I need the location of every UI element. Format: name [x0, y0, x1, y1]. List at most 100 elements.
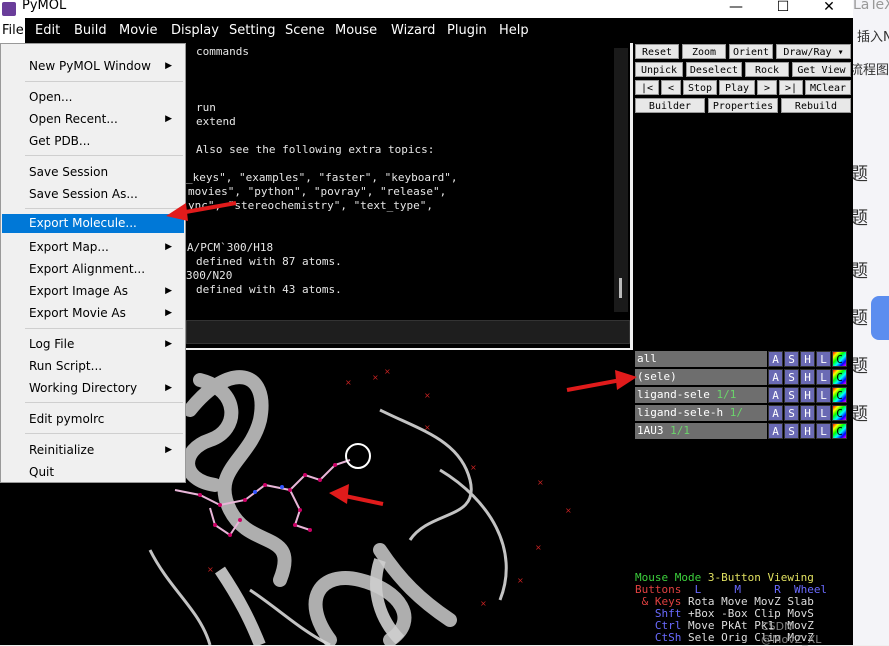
- color-button[interactable]: C: [832, 405, 847, 421]
- rock-button[interactable]: Rock: [745, 62, 789, 77]
- menu-help[interactable]: Help: [493, 18, 535, 43]
- svg-text:×: ×: [517, 576, 524, 585]
- bg-text-flowchart: 流程图: [853, 63, 889, 78]
- object-name: ligand-sele: [637, 388, 710, 401]
- menu-build[interactable]: Build: [68, 18, 113, 43]
- edit-pymolrc-item[interactable]: Edit pymolrc: [2, 408, 184, 430]
- action-button[interactable]: A: [768, 351, 783, 367]
- minimize-button[interactable]: —: [713, 0, 759, 18]
- get-view-button[interactable]: Get View: [792, 62, 851, 77]
- builder-button[interactable]: Builder: [635, 98, 705, 113]
- object-ligand-sele-h[interactable]: ligand-sele-h 1/: [635, 405, 767, 421]
- bg-text-2: 题: [853, 208, 868, 229]
- action-button[interactable]: A: [768, 387, 783, 403]
- first-frame-button[interactable]: |<: [635, 80, 659, 95]
- export-image-as-item[interactable]: Export Image As ▶: [2, 280, 184, 302]
- color-button[interactable]: C: [832, 369, 847, 385]
- color-button[interactable]: C: [832, 423, 847, 439]
- menu-bar: File Edit Build Movie Display Setting Sc…: [0, 18, 853, 43]
- deselect-button[interactable]: Deselect: [686, 62, 742, 77]
- action-button[interactable]: A: [768, 369, 783, 385]
- orient-button[interactable]: Orient: [729, 44, 773, 59]
- menu-separator: [25, 433, 183, 434]
- menu-plugin[interactable]: Plugin: [441, 18, 493, 43]
- log-file-item[interactable]: Log File ▶: [2, 333, 184, 355]
- svg-text:×: ×: [424, 391, 431, 400]
- close-button[interactable]: ✕: [806, 0, 852, 18]
- label-button[interactable]: L: [816, 423, 831, 439]
- console-line: commands: [196, 45, 249, 58]
- hide-button[interactable]: H: [800, 405, 815, 421]
- mclear-button[interactable]: MClear: [805, 80, 851, 95]
- annotation-arrow-icon: [166, 201, 237, 221]
- run-script-item[interactable]: Run Script...: [2, 355, 184, 377]
- menu-mouse[interactable]: Mouse: [329, 18, 383, 43]
- label-button[interactable]: L: [816, 369, 831, 385]
- zoom-button[interactable]: Zoom: [682, 44, 726, 59]
- maximize-button[interactable]: ☐: [760, 0, 806, 18]
- menu-scene[interactable]: Scene: [279, 18, 331, 43]
- quit-item[interactable]: Quit: [2, 461, 184, 483]
- action-button[interactable]: A: [768, 423, 783, 439]
- show-button[interactable]: S: [784, 369, 799, 385]
- hide-button[interactable]: H: [800, 423, 815, 439]
- object-sele[interactable]: (sele): [635, 369, 767, 385]
- console-scrollbar-thumb[interactable]: [619, 278, 622, 298]
- object-1au3[interactable]: 1AU3 1/1: [635, 423, 767, 439]
- save-session-item[interactable]: Save Session: [2, 161, 184, 183]
- export-alignment-item[interactable]: Export Alignment...: [2, 258, 184, 280]
- working-directory-item[interactable]: Working Directory ▶: [2, 377, 184, 399]
- prev-frame-button[interactable]: <: [661, 80, 681, 95]
- svg-text:×: ×: [535, 543, 542, 552]
- color-button[interactable]: C: [832, 387, 847, 403]
- svg-text:×: ×: [384, 367, 391, 376]
- submenu-arrow-icon: ▶: [165, 308, 172, 318]
- object-all[interactable]: all: [635, 351, 767, 367]
- export-molecule-item[interactable]: Export Molecule...: [2, 214, 184, 233]
- action-button[interactable]: A: [768, 405, 783, 421]
- menu-movie[interactable]: Movie: [113, 18, 163, 43]
- color-button[interactable]: C: [832, 351, 847, 367]
- open-item[interactable]: Open...: [2, 86, 184, 108]
- label-button[interactable]: L: [816, 387, 831, 403]
- stop-button[interactable]: Stop: [683, 80, 717, 95]
- unpick-button[interactable]: Unpick: [635, 62, 683, 77]
- show-button[interactable]: S: [784, 387, 799, 403]
- menu-item-label: Quit: [29, 465, 55, 479]
- submenu-arrow-icon: ▶: [165, 339, 172, 349]
- export-map-item[interactable]: Export Map... ▶: [2, 236, 184, 258]
- save-session-as-item[interactable]: Save Session As...: [2, 183, 184, 205]
- play-button[interactable]: Play: [719, 80, 755, 95]
- label-button[interactable]: L: [816, 351, 831, 367]
- label-button[interactable]: L: [816, 405, 831, 421]
- last-frame-button[interactable]: >|: [779, 80, 803, 95]
- show-button[interactable]: S: [784, 351, 799, 367]
- draw-ray-button[interactable]: Draw/Ray ▾: [776, 44, 851, 59]
- bg-text-latex: LaTeX: [853, 0, 889, 13]
- hide-button[interactable]: H: [800, 369, 815, 385]
- menu-display[interactable]: Display: [165, 18, 225, 43]
- menu-setting[interactable]: Setting: [223, 18, 282, 43]
- get-pdb-item[interactable]: Get PDB...: [2, 130, 184, 152]
- command-input[interactable]: [186, 320, 630, 344]
- menu-wizard[interactable]: Wizard: [385, 18, 441, 43]
- menu-file[interactable]: File: [0, 18, 25, 43]
- export-movie-as-item[interactable]: Export Movie As ▶: [2, 302, 184, 324]
- show-button[interactable]: S: [784, 423, 799, 439]
- reinitialize-item[interactable]: Reinitialize ▶: [2, 439, 184, 461]
- rebuild-button[interactable]: Rebuild: [781, 98, 851, 113]
- properties-button[interactable]: Properties: [708, 98, 778, 113]
- next-frame-button[interactable]: >: [757, 80, 777, 95]
- menu-edit[interactable]: Edit: [29, 18, 66, 43]
- menu-item-label: Run Script...: [29, 359, 103, 373]
- show-button[interactable]: S: [784, 405, 799, 421]
- bg-text-5: 题: [853, 356, 868, 377]
- bg-logo-icon: [871, 296, 889, 340]
- open-recent-item[interactable]: Open Recent... ▶: [2, 108, 184, 130]
- reset-button[interactable]: Reset: [635, 44, 679, 59]
- console-scrollbar[interactable]: [614, 48, 628, 312]
- hide-button[interactable]: H: [800, 387, 815, 403]
- new-pymol-window-item[interactable]: New PyMOL Window ▶: [2, 55, 184, 77]
- hide-button[interactable]: H: [800, 351, 815, 367]
- object-ligand-sele[interactable]: ligand-sele 1/1: [635, 387, 767, 403]
